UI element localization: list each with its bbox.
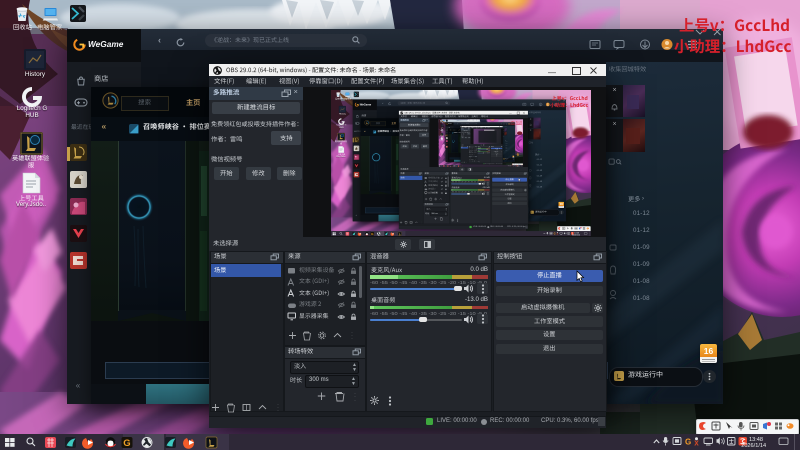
svg-text:G: G bbox=[123, 438, 130, 449]
svg-text:16: 16 bbox=[704, 346, 714, 356]
svg-text:G: G bbox=[554, 231, 556, 235]
svg-text:G: G bbox=[685, 437, 691, 446]
